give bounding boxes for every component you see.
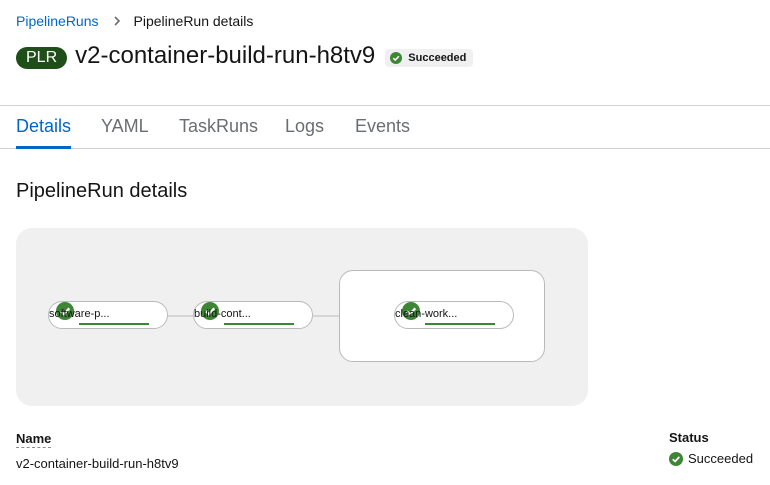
task-progress-bar xyxy=(425,323,495,325)
status-label: Status xyxy=(669,430,709,445)
breadcrumb: PipelineRuns PipelineRun details xyxy=(16,13,253,29)
tab-yaml[interactable]: YAML xyxy=(101,106,149,148)
page-title: v2-container-build-run-h8tv9 xyxy=(75,42,376,69)
task-label: software-p... xyxy=(49,308,110,320)
breadcrumb-pipelineruns-link[interactable]: PipelineRuns xyxy=(16,13,99,29)
page-header: PLR v2-container-build-run-h8tv9 Succeed… xyxy=(16,42,474,70)
check-circle-icon xyxy=(390,51,403,64)
task-node-software-p[interactable]: software-p... xyxy=(48,301,168,329)
task-label: clean-work... xyxy=(395,308,458,320)
task-progress-bar xyxy=(224,323,294,325)
chevron-right-icon xyxy=(113,16,120,26)
task-progress-bar xyxy=(79,323,149,325)
task-label: build-cont... xyxy=(194,308,251,320)
name-label[interactable]: Name xyxy=(16,431,52,448)
tab-bar: Details YAML TaskRuns Logs Events xyxy=(0,105,770,149)
tab-logs[interactable]: Logs xyxy=(285,106,324,148)
resource-type-badge: PLR xyxy=(16,47,68,69)
task-node-build-cont[interactable]: build-cont... xyxy=(193,301,313,329)
status-badge-label: Succeeded xyxy=(408,51,467,64)
check-circle-icon xyxy=(669,451,683,466)
task-node-clean-work[interactable]: clean-work... xyxy=(394,301,514,329)
section-title: PipelineRun details xyxy=(16,180,188,202)
status-badge: Succeeded xyxy=(385,48,474,67)
status-value-text: Succeeded xyxy=(688,451,754,466)
status-value: Succeeded xyxy=(669,451,753,466)
name-value: v2-container-build-run-h8tv9 xyxy=(16,456,179,471)
tab-events[interactable]: Events xyxy=(355,106,410,148)
breadcrumb-current: PipelineRun details xyxy=(133,13,254,29)
pipeline-graph: software-p... build-cont... clean-work..… xyxy=(16,228,588,406)
tab-taskruns[interactable]: TaskRuns xyxy=(179,106,258,148)
tab-details[interactable]: Details xyxy=(16,106,72,149)
